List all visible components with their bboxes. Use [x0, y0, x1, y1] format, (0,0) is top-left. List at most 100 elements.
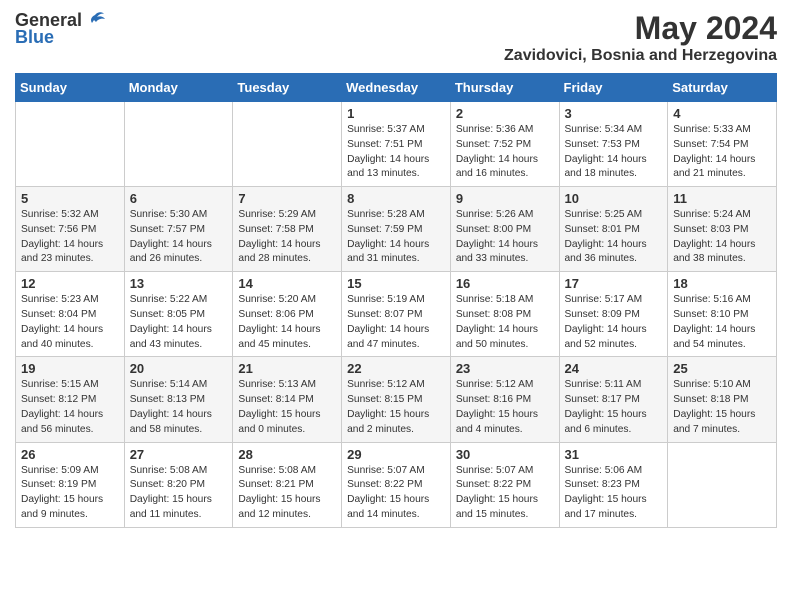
- header-saturday: Saturday: [668, 74, 777, 102]
- calendar-cell: [124, 102, 233, 187]
- day-number: 31: [565, 447, 663, 462]
- calendar-cell: 19Sunrise: 5:15 AM Sunset: 8:12 PM Dayli…: [16, 357, 125, 442]
- day-info: Sunrise: 5:12 AM Sunset: 8:15 PM Dayligh…: [347, 378, 445, 437]
- day-number: 26: [21, 447, 119, 462]
- day-number: 30: [456, 447, 554, 462]
- day-info: Sunrise: 5:24 AM Sunset: 8:03 PM Dayligh…: [673, 208, 771, 267]
- calendar-week-row: 26 Sunrise: 5:09 AM Sunset: 8:19 PM Dayli…: [16, 442, 777, 527]
- day-info: Sunrise: 5:36 AM Sunset: 7:52 PM Dayligh…: [456, 123, 554, 182]
- calendar-cell: 22 Sunrise: 5:12 AM Sunset: 8:15 PM Dayli…: [342, 357, 451, 442]
- day-info: Sunrise: 5:33 AM Sunset: 7:54 PM Dayligh…: [673, 123, 771, 182]
- calendar-cell: [16, 102, 125, 187]
- calendar-cell: 30 Sunrise: 5:07 AM Sunset: 8:22 PM Dayli…: [450, 442, 559, 527]
- title-block: May 2024 Zavidovici, Bosnia and Herzegov…: [504, 10, 777, 65]
- calendar-cell: 5 Sunrise: 5:32 AM Sunset: 7:56 PM Daylig…: [16, 187, 125, 272]
- day-number: 3: [565, 106, 663, 121]
- day-info: Sunrise: 5:25 AM Sunset: 8:01 PM Dayligh…: [565, 208, 663, 267]
- day-info: Sunrise: 5:18 AM Sunset: 8:08 PM Dayligh…: [456, 293, 554, 352]
- day-number: 25: [673, 361, 771, 376]
- calendar-cell: 26 Sunrise: 5:09 AM Sunset: 8:19 PM Dayli…: [16, 442, 125, 527]
- day-info: Sunrise: 5:08 AM Sunset: 8:21 PM Dayligh…: [238, 464, 336, 523]
- day-number: 16: [456, 276, 554, 291]
- day-info: Sunrise: 5:37 AM Sunset: 7:51 PM Dayligh…: [347, 123, 445, 182]
- calendar-cell: 10 Sunrise: 5:25 AM Sunset: 8:01 PM Dayli…: [559, 187, 668, 272]
- calendar-cell: 11 Sunrise: 5:24 AM Sunset: 8:03 PM Dayli…: [668, 187, 777, 272]
- day-number: 20: [130, 361, 228, 376]
- page-header: General Blue May 2024 Zavidovici, Bosnia…: [15, 10, 777, 65]
- header-tuesday: Tuesday: [233, 74, 342, 102]
- day-number: 24: [565, 361, 663, 376]
- calendar-cell: 24 Sunrise: 5:11 AM Sunset: 8:17 PM Dayli…: [559, 357, 668, 442]
- day-number: 4: [673, 106, 771, 121]
- calendar-cell: 27Sunrise: 5:08 AM Sunset: 8:20 PM Dayli…: [124, 442, 233, 527]
- calendar-cell: [668, 442, 777, 527]
- day-number: 10: [565, 191, 663, 206]
- header-thursday: Thursday: [450, 74, 559, 102]
- calendar-table: SundayMondayTuesdayWednesdayThursdayFrid…: [15, 73, 777, 528]
- day-info: Sunrise: 5:30 AM Sunset: 7:57 PM Dayligh…: [130, 208, 228, 267]
- day-info: Sunrise: 5:19 AM Sunset: 8:07 PM Dayligh…: [347, 293, 445, 352]
- calendar-cell: 17Sunrise: 5:17 AM Sunset: 8:09 PM Dayli…: [559, 272, 668, 357]
- calendar-cell: 12 Sunrise: 5:23 AM Sunset: 8:04 PM Dayli…: [16, 272, 125, 357]
- day-info: Sunrise: 5:26 AM Sunset: 8:00 PM Dayligh…: [456, 208, 554, 267]
- day-info: Sunrise: 5:29 AM Sunset: 7:58 PM Dayligh…: [238, 208, 336, 267]
- header-sunday: Sunday: [16, 74, 125, 102]
- day-info: Sunrise: 5:23 AM Sunset: 8:04 PM Dayligh…: [21, 293, 119, 352]
- calendar-cell: 8 Sunrise: 5:28 AM Sunset: 7:59 PM Daylig…: [342, 187, 451, 272]
- day-number: 7: [238, 191, 336, 206]
- day-number: 13: [130, 276, 228, 291]
- day-info: Sunrise: 5:22 AM Sunset: 8:05 PM Dayligh…: [130, 293, 228, 352]
- day-info: Sunrise: 5:34 AM Sunset: 7:53 PM Dayligh…: [565, 123, 663, 182]
- day-info: Sunrise: 5:13 AM Sunset: 8:14 PM Dayligh…: [238, 378, 336, 437]
- calendar-cell: 1 Sunrise: 5:37 AM Sunset: 7:51 PM Daylig…: [342, 102, 451, 187]
- day-info: Sunrise: 5:14 AM Sunset: 8:13 PM Dayligh…: [130, 378, 228, 437]
- calendar-cell: 21 Sunrise: 5:13 AM Sunset: 8:14 PM Dayli…: [233, 357, 342, 442]
- calendar-cell: 20 Sunrise: 5:14 AM Sunset: 8:13 PM Dayli…: [124, 357, 233, 442]
- day-info: Sunrise: 5:28 AM Sunset: 7:59 PM Dayligh…: [347, 208, 445, 267]
- day-number: 8: [347, 191, 445, 206]
- calendar-cell: 13 Sunrise: 5:22 AM Sunset: 8:05 PM Dayli…: [124, 272, 233, 357]
- calendar-cell: 31Sunrise: 5:06 AM Sunset: 8:23 PM Dayli…: [559, 442, 668, 527]
- day-number: 21: [238, 361, 336, 376]
- header-monday: Monday: [124, 74, 233, 102]
- day-number: 27: [130, 447, 228, 462]
- day-info: Sunrise: 5:07 AM Sunset: 8:22 PM Dayligh…: [456, 464, 554, 523]
- logo: General Blue: [15, 10, 106, 48]
- day-number: 22: [347, 361, 445, 376]
- header-wednesday: Wednesday: [342, 74, 451, 102]
- calendar-cell: 4 Sunrise: 5:33 AM Sunset: 7:54 PM Daylig…: [668, 102, 777, 187]
- logo-bird-icon: [84, 11, 106, 31]
- day-number: 1: [347, 106, 445, 121]
- day-number: 5: [21, 191, 119, 206]
- calendar-cell: 15 Sunrise: 5:19 AM Sunset: 8:07 PM Dayli…: [342, 272, 451, 357]
- day-number: 2: [456, 106, 554, 121]
- day-info: Sunrise: 5:09 AM Sunset: 8:19 PM Dayligh…: [21, 464, 119, 523]
- calendar-cell: 29Sunrise: 5:07 AM Sunset: 8:22 PM Dayli…: [342, 442, 451, 527]
- calendar-cell: 7 Sunrise: 5:29 AM Sunset: 7:58 PM Daylig…: [233, 187, 342, 272]
- day-info: Sunrise: 5:11 AM Sunset: 8:17 PM Dayligh…: [565, 378, 663, 437]
- day-number: 11: [673, 191, 771, 206]
- day-info: Sunrise: 5:16 AM Sunset: 8:10 PM Dayligh…: [673, 293, 771, 352]
- calendar-cell: 25 Sunrise: 5:10 AM Sunset: 8:18 PM Dayli…: [668, 357, 777, 442]
- day-info: Sunrise: 5:12 AM Sunset: 8:16 PM Dayligh…: [456, 378, 554, 437]
- day-number: 17: [565, 276, 663, 291]
- calendar-cell: [233, 102, 342, 187]
- calendar-cell: 18Sunrise: 5:16 AM Sunset: 8:10 PM Dayli…: [668, 272, 777, 357]
- calendar-week-row: 19Sunrise: 5:15 AM Sunset: 8:12 PM Dayli…: [16, 357, 777, 442]
- day-number: 15: [347, 276, 445, 291]
- day-number: 14: [238, 276, 336, 291]
- day-info: Sunrise: 5:20 AM Sunset: 8:06 PM Dayligh…: [238, 293, 336, 352]
- day-info: Sunrise: 5:15 AM Sunset: 8:12 PM Dayligh…: [21, 378, 119, 437]
- calendar-header-row: SundayMondayTuesdayWednesdayThursdayFrid…: [16, 74, 777, 102]
- day-number: 29: [347, 447, 445, 462]
- calendar-cell: 14 Sunrise: 5:20 AM Sunset: 8:06 PM Dayli…: [233, 272, 342, 357]
- calendar-cell: 3 Sunrise: 5:34 AM Sunset: 7:53 PM Daylig…: [559, 102, 668, 187]
- day-number: 12: [21, 276, 119, 291]
- calendar-cell: 16 Sunrise: 5:18 AM Sunset: 8:08 PM Dayli…: [450, 272, 559, 357]
- calendar-cell: 28Sunrise: 5:08 AM Sunset: 8:21 PM Dayli…: [233, 442, 342, 527]
- calendar-week-row: 12 Sunrise: 5:23 AM Sunset: 8:04 PM Dayli…: [16, 272, 777, 357]
- header-friday: Friday: [559, 74, 668, 102]
- day-info: Sunrise: 5:10 AM Sunset: 8:18 PM Dayligh…: [673, 378, 771, 437]
- month-year-title: May 2024: [504, 10, 777, 47]
- day-info: Sunrise: 5:32 AM Sunset: 7:56 PM Dayligh…: [21, 208, 119, 267]
